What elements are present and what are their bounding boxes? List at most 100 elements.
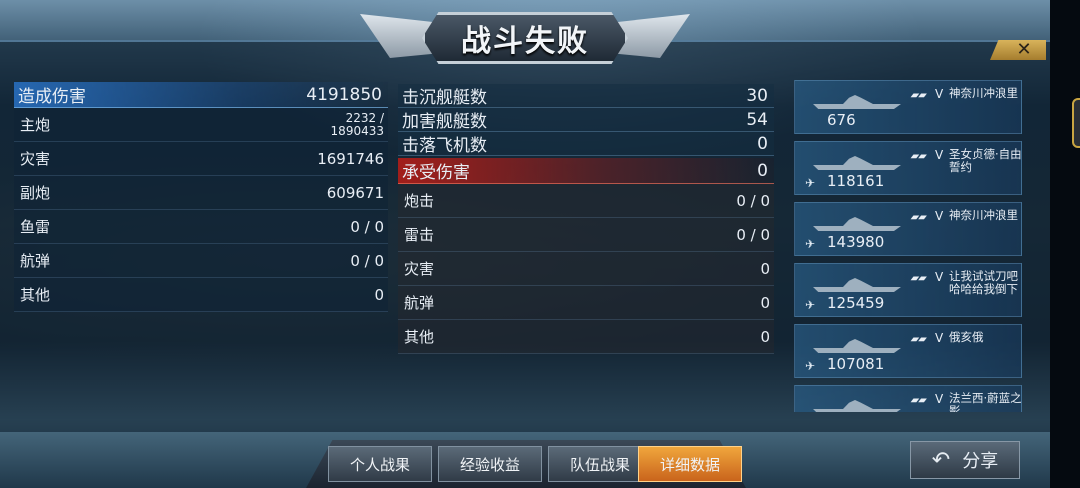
stat-value: 0 xyxy=(757,133,768,154)
stat-label: 灾害 xyxy=(404,260,435,278)
tab-experience-gain[interactable]: 经验收益 xyxy=(438,446,542,482)
ships-damaged-row: 加害舰艇数 54 xyxy=(398,108,774,132)
stat-label: 加害舰艇数 xyxy=(402,112,487,132)
share-button[interactable]: ↶ 分享 xyxy=(910,441,1020,479)
battle-summary-panel: 击沉舰艇数 30 加害舰艇数 54 击落飞机数 0 承受伤害 0 炮击 0 / … xyxy=(398,84,774,354)
player-name: 神奈川冲浪里 xyxy=(949,208,1018,222)
taken-row-shelling: 炮击 0 / 0 xyxy=(398,184,774,218)
planes-downed-row: 击落飞机数 0 xyxy=(398,132,774,156)
stat-label: 击落飞机数 xyxy=(402,136,487,156)
player-name: 俄亥俄 xyxy=(949,330,984,344)
stat-label: 副炮 xyxy=(20,184,51,202)
stat-value: 2232 / 1890433 xyxy=(330,110,384,138)
plane-icon: ✈ xyxy=(805,298,816,312)
rank-stripes-icon: ▰▰ xyxy=(909,395,928,406)
ship-silhouette-icon xyxy=(813,156,901,170)
ships-sunk-row: 击沉舰艇数 30 xyxy=(398,84,774,108)
damage-dealt-panel: 造成伤害 4191850 主炮 2232 / 1890433 灾害 169174… xyxy=(14,82,388,312)
stat-row-torpedo: 鱼雷 0 / 0 xyxy=(14,210,388,244)
stat-row-secondary: 副炮 609671 xyxy=(14,176,388,210)
player-name: 圣女贞德·自由誓约 xyxy=(949,147,1022,174)
stat-row-other: 其他 0 xyxy=(14,278,388,312)
result-tabs: 个人战果 经验收益 队伍战果 详细数据 xyxy=(306,440,746,488)
ship-tier: V xyxy=(935,209,944,223)
stat-value: 609671 xyxy=(326,183,384,202)
ship-tier: V xyxy=(935,392,944,406)
stat-value: 0 / 0 xyxy=(736,191,770,210)
share-back-arrow-icon: ↶ xyxy=(931,447,951,473)
ship-silhouette-icon xyxy=(813,217,901,231)
banner-plate: 战斗失败 xyxy=(422,12,628,64)
close-button[interactable]: ✕ xyxy=(990,40,1046,60)
ship-silhouette-icon xyxy=(813,400,901,412)
stat-label: 其他 xyxy=(404,328,435,346)
rank-stripes-icon: ▰▰ xyxy=(909,90,928,101)
damage-dealt-label: 造成伤害 xyxy=(18,87,86,107)
player-card[interactable]: ▰▰ V 让我试试刀吧哈哈给我倒下 ✈ 125459 xyxy=(794,263,1022,317)
stat-label: 其他 xyxy=(20,286,51,304)
stat-label: 航弹 xyxy=(404,294,435,312)
plane-icon: ✈ xyxy=(805,359,816,373)
stat-label: 雷击 xyxy=(404,226,435,244)
stat-label: 炮击 xyxy=(404,192,435,210)
rank-stripes-icon: ▰▰ xyxy=(909,151,928,162)
stat-value-line1: 2232 / xyxy=(345,110,384,125)
side-handle[interactable] xyxy=(1072,98,1080,148)
player-card[interactable]: ▰▰ V 法兰西·蔚蓝之影 xyxy=(794,385,1022,412)
ship-silhouette-icon xyxy=(813,95,901,109)
player-card[interactable]: ▰▰ V 神奈川冲浪里 ✈ 143980 xyxy=(794,202,1022,256)
screen-edge xyxy=(1050,0,1080,488)
stat-value: 0 xyxy=(760,259,770,278)
player-score: 118161 xyxy=(827,172,885,190)
player-score: 143980 xyxy=(827,233,885,251)
rank-stripes-icon: ▰▰ xyxy=(909,273,928,284)
ship-tier: V xyxy=(935,270,944,284)
rank-stripes-icon: ▰▰ xyxy=(909,212,928,223)
page-title: 战斗失败 xyxy=(461,24,589,59)
stat-value: 0 / 0 xyxy=(350,217,384,236)
player-list[interactable]: ▰▰ V 神奈川冲浪里 676 ▰▰ V 圣女贞德·自由誓约 ✈ 118161 … xyxy=(794,80,1022,412)
ship-silhouette-icon xyxy=(813,339,901,353)
damage-taken-label: 承受伤害 xyxy=(402,163,470,183)
stat-label: 击沉舰艇数 xyxy=(402,88,487,108)
damage-taken-total: 0 xyxy=(757,160,768,181)
title-banner: 战斗失败 xyxy=(360,0,690,80)
tab-team-results[interactable]: 队伍战果 xyxy=(548,446,652,482)
stat-value: 30 xyxy=(746,85,768,106)
damage-taken-header: 承受伤害 0 xyxy=(398,158,774,184)
taken-row-bomb: 航弹 0 xyxy=(398,286,774,320)
stat-value-line2: 1890433 xyxy=(330,123,384,138)
tab-detailed-data[interactable]: 详细数据 xyxy=(638,446,742,482)
stat-label: 主炮 xyxy=(20,116,51,134)
damage-taken-list: 炮击 0 / 0 雷击 0 / 0 灾害 0 航弹 0 其他 0 xyxy=(398,184,774,354)
stat-row-main-gun: 主炮 2232 / 1890433 xyxy=(14,108,388,142)
stat-value: 0 / 0 xyxy=(736,225,770,244)
player-score: 125459 xyxy=(827,294,885,312)
player-score: 107081 xyxy=(827,355,885,373)
player-card[interactable]: ▰▰ V 俄亥俄 ✈ 107081 xyxy=(794,324,1022,378)
stat-value: 0 xyxy=(760,327,770,346)
player-name: 让我试试刀吧哈哈给我倒下 xyxy=(949,269,1018,296)
player-card[interactable]: ▰▰ V 圣女贞德·自由誓约 ✈ 118161 xyxy=(794,141,1022,195)
share-label: 分享 xyxy=(962,451,999,472)
ship-tier: V xyxy=(935,87,944,101)
plane-icon: ✈ xyxy=(805,237,816,251)
player-name: 神奈川冲浪里 xyxy=(949,86,1018,100)
stat-value: 0 xyxy=(760,293,770,312)
taken-row-other: 其他 0 xyxy=(398,320,774,354)
tab-personal-results[interactable]: 个人战果 xyxy=(328,446,432,482)
damage-dealt-total: 4191850 xyxy=(306,84,382,105)
stat-label: 航弹 xyxy=(20,252,51,270)
player-card[interactable]: ▰▰ V 神奈川冲浪里 676 xyxy=(794,80,1022,134)
plane-icon: ✈ xyxy=(805,176,816,190)
taken-row-disaster: 灾害 0 xyxy=(398,252,774,286)
taken-row-torpedo: 雷击 0 / 0 xyxy=(398,218,774,252)
stat-value: 0 xyxy=(374,285,384,304)
stat-value: 1691746 xyxy=(317,149,384,168)
close-icon: ✕ xyxy=(1016,39,1032,60)
stat-label: 灾害 xyxy=(20,150,51,168)
stat-label: 鱼雷 xyxy=(20,218,51,236)
rank-stripes-icon: ▰▰ xyxy=(909,334,928,345)
player-score: 676 xyxy=(827,111,856,129)
ship-tier: V xyxy=(935,148,944,162)
